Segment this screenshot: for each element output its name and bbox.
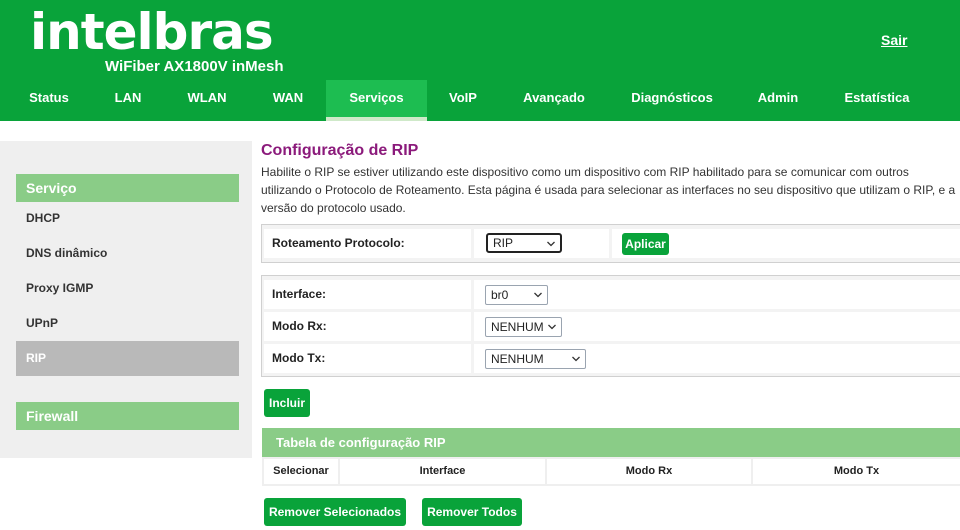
nav-tab-admin[interactable]: Admin	[745, 80, 811, 121]
protocol-panel: Roteamento Protocolo: RIP Aplicar	[261, 224, 960, 263]
tx-mode-select-value: NENHUM	[491, 352, 544, 366]
tx-mode-label: Modo Tx:	[264, 344, 471, 373]
nav-tab-estatistica[interactable]: Estatística	[832, 80, 922, 121]
protocol-select[interactable]: RIP	[486, 233, 562, 253]
nav-tab-wlan[interactable]: WLAN	[167, 80, 247, 121]
sidebar: Serviço DHCP DNS dinâmico Proxy IGMP UPn…	[0, 141, 252, 458]
chevron-down-icon	[572, 356, 580, 362]
sidebar-item-dns-dinamico[interactable]: DNS dinâmico	[16, 236, 239, 271]
chevron-down-icon	[534, 292, 542, 298]
nav-tab-diagnosticos[interactable]: Diagnósticos	[620, 80, 724, 121]
interface-cell: br0	[474, 280, 960, 309]
page-title: Configuração de RIP	[261, 142, 419, 159]
rx-mode-select[interactable]: NENHUM	[485, 317, 562, 337]
remove-selected-button[interactable]: Remover Selecionados	[264, 498, 406, 526]
nav-tab-servicos[interactable]: Serviços	[326, 80, 427, 121]
apply-cell: Aplicar	[612, 229, 960, 258]
tx-mode-cell: NENHUM	[474, 344, 960, 373]
main-nav: Status LAN WLAN WAN Serviços VoIP Avança…	[0, 80, 960, 121]
column-header-selecionar: Selecionar	[264, 459, 338, 484]
top-header: intelbras WiFiber AX1800V inMesh Sair St…	[0, 0, 960, 121]
interface-label: Interface:	[264, 280, 471, 309]
protocol-select-value: RIP	[493, 236, 514, 250]
nav-tab-avancado[interactable]: Avançado	[510, 80, 598, 121]
device-model: WiFiber AX1800V inMesh	[105, 58, 284, 75]
interface-select-value: br0	[491, 288, 509, 302]
remove-all-button[interactable]: Remover Todos	[422, 498, 522, 526]
tx-mode-select[interactable]: NENHUM	[485, 349, 586, 369]
logout-link[interactable]: Sair	[881, 32, 907, 48]
nav-tab-status[interactable]: Status	[10, 80, 88, 121]
rx-mode-label: Modo Rx:	[264, 312, 471, 341]
sidebar-item-proxy-igmp[interactable]: Proxy IGMP	[16, 271, 239, 306]
sidebar-item-rip[interactable]: RIP	[16, 341, 239, 376]
column-header-interface: Interface	[340, 459, 545, 484]
rip-form-panel: Interface: br0 Modo Rx: NENHUM Modo Tx: …	[261, 275, 960, 377]
column-header-modo-tx: Modo Tx	[753, 459, 960, 484]
sidebar-item-upnp[interactable]: UPnP	[16, 306, 239, 341]
rx-mode-select-value: NENHUM	[491, 320, 544, 334]
protocol-label: Roteamento Protocolo:	[264, 229, 471, 258]
chevron-down-icon	[548, 324, 556, 330]
rx-mode-cell: NENHUM	[474, 312, 960, 341]
rip-table-header-row: Selecionar Interface Modo Rx Modo Tx	[262, 457, 960, 486]
column-header-modo-rx: Modo Rx	[547, 459, 751, 484]
nav-tab-lan[interactable]: LAN	[93, 80, 163, 121]
chevron-down-icon	[547, 241, 555, 247]
rip-table-title: Tabela de configuração RIP	[262, 428, 960, 457]
sidebar-section-servico[interactable]: Serviço	[16, 174, 239, 202]
nav-tab-wan[interactable]: WAN	[250, 80, 326, 121]
sidebar-item-dhcp[interactable]: DHCP	[16, 201, 239, 236]
nav-tab-voip[interactable]: VoIP	[430, 80, 496, 121]
brand-logo: intelbras	[30, 3, 274, 61]
apply-button[interactable]: Aplicar	[622, 233, 669, 255]
page-description: Habilite o RIP se estiver utilizando est…	[261, 165, 956, 215]
interface-select[interactable]: br0	[485, 285, 548, 305]
add-button[interactable]: Incluir	[264, 389, 310, 417]
sidebar-section-firewall[interactable]: Firewall	[16, 402, 239, 430]
protocol-select-cell: RIP	[474, 229, 609, 258]
